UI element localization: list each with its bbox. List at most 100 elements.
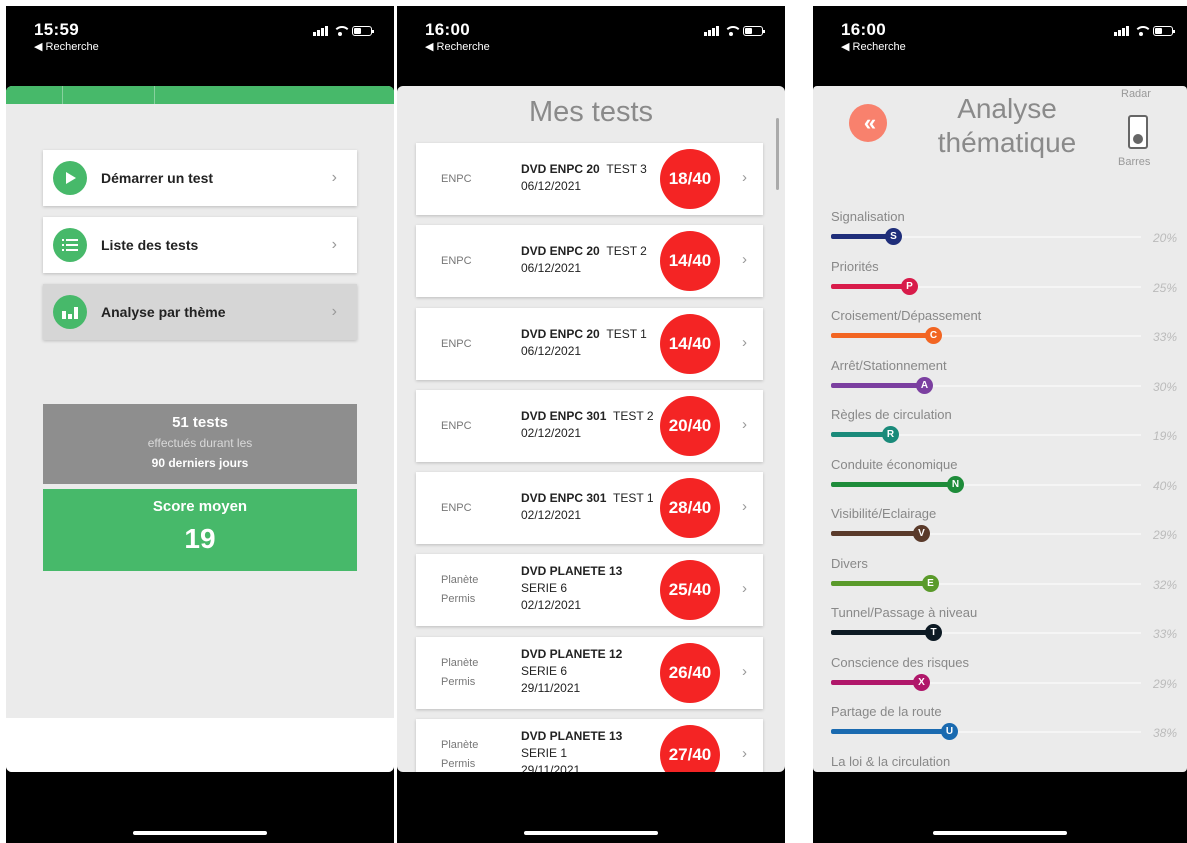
test-series: SERIE 6	[521, 581, 568, 595]
theme-row: Signalisation S 20%	[831, 209, 1177, 247]
test-card[interactable]: ENPC DVD ENPC 301 TEST 1 02/12/2021 28/40 ›	[416, 472, 763, 544]
bottom-area	[6, 718, 394, 772]
theme-row: Divers E 32%	[831, 556, 1177, 594]
theme-bar	[831, 481, 955, 487]
test-name: DVD PLANETE 13	[521, 729, 623, 743]
test-card[interactable]: Planète Permis DVD PLANETE 13 SERIE 1 29/11…	[416, 719, 763, 772]
double-chevron-left-icon[interactable]: «	[849, 104, 887, 142]
back-to-search-link[interactable]: ◀ Recherche	[841, 40, 906, 53]
theme-marker-icon: V	[913, 525, 930, 542]
home-screen: Démarrer un test › Liste des tests › Ana…	[6, 86, 394, 772]
chevron-right-icon: ›	[331, 303, 337, 320]
theme-row: La loi & la circulation	[831, 754, 1177, 773]
theme-bar	[831, 333, 933, 338]
test-series: TEST 2	[606, 244, 647, 258]
play-icon	[53, 161, 87, 195]
test-organization: ENPC	[441, 172, 472, 185]
theme-percent: 19%	[1152, 429, 1177, 443]
theme-marker-icon: N	[947, 475, 964, 493]
test-name: DVD ENPC 20	[521, 327, 600, 341]
theme-percent: 29%	[1152, 528, 1177, 542]
test-organization: Planète Permis	[441, 657, 479, 688]
chevron-right-icon: ›	[742, 251, 747, 268]
battery-icon	[352, 26, 374, 36]
test-date: 06/12/2021	[521, 261, 582, 275]
test-date: 29/11/2021	[521, 763, 581, 772]
status-bar: 16:00 ◀ Recherche	[397, 6, 785, 66]
test-date: 02/12/2021	[521, 598, 582, 612]
theme-name: Tunnel/Passage à niveau	[831, 605, 978, 620]
stats-caption: effectués durant les	[147, 436, 253, 450]
test-card[interactable]: Planète Permis DVD PLANETE 13 SERIE 6 02/12…	[416, 554, 763, 626]
theme-name: Règles de circulation	[831, 407, 952, 422]
status-icons	[1114, 26, 1175, 36]
test-info: DVD PLANETE 12 SERIE 6 29/11/2021	[521, 646, 622, 697]
chevron-right-icon: ›	[742, 580, 747, 597]
test-card[interactable]: ENPC DVD ENPC 301 TEST 2 02/12/2021 20/40 ›	[416, 390, 763, 462]
theme-percent: 25%	[1152, 280, 1177, 295]
average-score-box: Score moyen 19	[43, 489, 357, 571]
theme-marker-icon: C	[925, 327, 942, 344]
test-series: SERIE 1	[521, 746, 568, 760]
my-tests-screen: Mes tests ENPC DVD ENPC 20 TEST 3 06/12/20…	[397, 86, 785, 772]
theme-percent: 29%	[1152, 676, 1177, 691]
phone-analysis-screen: 16:00 ◀ Recherche « Analyse thématique R…	[813, 6, 1187, 843]
score-badge: 14/40	[660, 231, 720, 291]
theme-name: Conscience des risques	[831, 654, 970, 670]
theme-row: Arrêt/Stationnement A 30%	[831, 358, 1177, 396]
home-indicator[interactable]	[524, 831, 658, 835]
score-badge: 25/40	[660, 560, 720, 620]
theme-name: Croisement/Dépassement	[831, 308, 982, 323]
test-card[interactable]: ENPC DVD ENPC 20 TEST 2 06/12/2021 14/40 ›	[416, 225, 763, 297]
bar-chart-icon	[53, 295, 87, 329]
view-toggle-switch[interactable]	[1128, 115, 1148, 149]
test-card[interactable]: ENPC DVD ENPC 20 TEST 3 06/12/2021 18/40 ›	[416, 143, 763, 215]
test-info: DVD PLANETE 13 SERIE 1 29/11/2021	[521, 728, 622, 772]
test-info: DVD PLANETE 13 SERIE 6 02/12/2021	[521, 563, 622, 614]
scrollbar[interactable]	[776, 118, 779, 190]
chevron-right-icon: ›	[331, 236, 337, 253]
test-series: TEST 2	[613, 409, 654, 423]
test-card[interactable]: Planète Permis DVD PLANETE 12 SERIE 6 29/11…	[416, 637, 763, 709]
test-card[interactable]: ENPC DVD ENPC 20 TEST 1 06/12/2021 14/40 ›	[416, 308, 763, 380]
test-name: DVD ENPC 301	[521, 409, 607, 423]
status-icons	[313, 26, 374, 36]
chevron-right-icon: ›	[742, 745, 747, 762]
stats-summary: 51 tests effectués durant les 90 dernier…	[43, 404, 357, 484]
average-score-label: Score moyen	[152, 498, 248, 515]
chevron-right-icon: ›	[742, 169, 747, 186]
test-organization: Planète Permis	[441, 574, 479, 605]
signal-icon	[1114, 26, 1129, 36]
list-icon	[53, 228, 87, 262]
back-to-search-link[interactable]: ◀ Recherche	[425, 40, 490, 53]
theme-marker-icon: P	[901, 277, 918, 295]
score-badge: 28/40	[660, 478, 720, 538]
home-indicator[interactable]	[133, 831, 267, 835]
test-organization: ENPC	[441, 337, 472, 350]
theme-bar	[831, 234, 893, 239]
test-organization: ENPC	[441, 501, 472, 514]
theme-marker-icon: R	[882, 426, 899, 443]
theme-bar	[831, 382, 924, 388]
test-list-button[interactable]: Liste des tests ›	[43, 217, 357, 273]
theme-row: Règles de circulation R 19%	[831, 407, 1177, 445]
home-indicator[interactable]	[933, 831, 1067, 835]
theme-name: Arrêt/Stationnement	[831, 357, 947, 373]
theme-marker-icon: E	[922, 574, 939, 592]
theme-percent: 38%	[1152, 726, 1177, 740]
theme-row: Priorités P 25%	[831, 259, 1177, 297]
signal-icon	[704, 26, 719, 36]
theme-row: Partage de la route U 38%	[831, 704, 1177, 742]
theme-row: Croisement/Dépassement C 33%	[831, 308, 1177, 346]
status-bar: 15:59 ◀ Recherche	[6, 6, 394, 66]
start-test-button[interactable]: Démarrer un test ›	[43, 150, 357, 206]
signal-icon	[313, 26, 328, 36]
test-info: DVD ENPC 20 TEST 2 06/12/2021	[521, 243, 647, 277]
wifi-icon	[724, 26, 742, 36]
wifi-icon	[333, 26, 351, 36]
test-date: 06/12/2021	[521, 179, 582, 193]
theme-analysis-button[interactable]: Analyse par thème ›	[43, 284, 357, 340]
status-time: 16:00	[425, 20, 470, 39]
theme-marker-icon: T	[925, 624, 942, 641]
back-to-search-link[interactable]: ◀ Recherche	[34, 40, 99, 53]
